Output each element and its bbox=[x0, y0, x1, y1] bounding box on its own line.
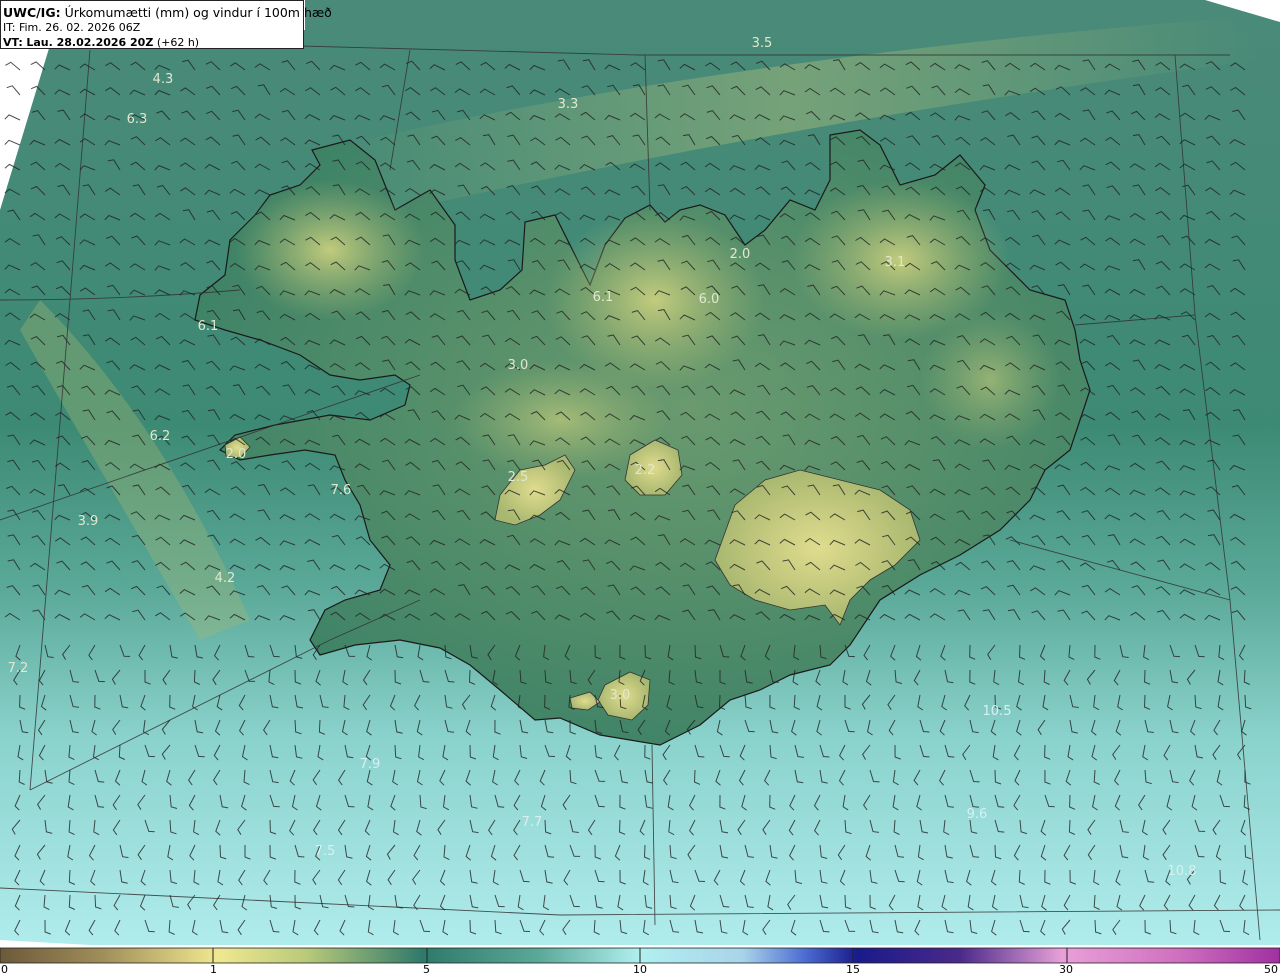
precip-value-label: 7.2 bbox=[8, 661, 29, 676]
precip-value-label: 6.1 bbox=[593, 290, 614, 305]
field-description: Úrkomumætti (mm) og vindur í 100m hæð bbox=[64, 5, 332, 20]
title-line: UWC/IG: Úrkomumætti (mm) og vindur í 100… bbox=[3, 5, 332, 20]
init-time: IT: Fim. 26. 02. 2026 06Z bbox=[3, 21, 141, 34]
precip-value-label: 7.6 bbox=[331, 483, 352, 498]
precip-value-label: 2.5 bbox=[508, 470, 529, 485]
wind-barb bbox=[4, 139, 21, 146]
precip-value-label: 10.5 bbox=[983, 704, 1012, 719]
map-title-box: UWC/IG: Úrkomumætti (mm) og vindur í 100… bbox=[0, 0, 332, 50]
colorbar-label: 10 bbox=[633, 963, 647, 976]
colorbar-label: 30 bbox=[1059, 963, 1073, 976]
wind-barb bbox=[4, 114, 21, 121]
wind-barb bbox=[5, 61, 21, 71]
precip-value-label: 3.3 bbox=[558, 97, 579, 112]
precip-value-label: 3.1 bbox=[885, 255, 906, 270]
precip-value-label: 2.2 bbox=[635, 463, 656, 478]
precip-value-label: 6.2 bbox=[150, 429, 171, 444]
lead-time: (+62 h) bbox=[156, 36, 200, 49]
precip-value-label: 7.7 bbox=[522, 815, 543, 830]
wind-barb bbox=[6, 85, 21, 96]
precip-value-label: 3.0 bbox=[508, 358, 529, 373]
precip-value-label: 10.8 bbox=[1168, 864, 1197, 879]
valid-time: Lau. 28.02.2026 20Z bbox=[26, 36, 154, 49]
precip-value-label: 3.9 bbox=[78, 514, 99, 529]
colorbar-labels: 0 1 5 10 15 30 50 bbox=[0, 963, 1280, 978]
precip-value-label: 7.9 bbox=[360, 757, 381, 772]
forecast-map[interactable]: 3.5 4.3 3.3 6.3 2.0 3.1 6.1 6.0 6.1 3.0 6.2 2.0 2.5 2… bbox=[0, 0, 1280, 978]
highland-westfjords bbox=[235, 180, 425, 320]
colorbar-label: 50 bbox=[1264, 963, 1278, 976]
precip-value-label: 6.0 bbox=[699, 292, 720, 307]
precip-value-label: 2.0 bbox=[730, 247, 751, 262]
precip-value-label: 4.3 bbox=[153, 72, 174, 87]
model-name: UWC/IG: bbox=[3, 5, 61, 20]
colorbar-label: 5 bbox=[423, 963, 430, 976]
precip-value-label: 3.5 bbox=[752, 36, 773, 51]
valid-prefix: VT: bbox=[3, 36, 23, 49]
precip-value-label: 3.0 bbox=[610, 688, 631, 703]
precip-value-label: 6.1 bbox=[198, 319, 219, 334]
colorbar-label: 15 bbox=[846, 963, 860, 976]
highland-east bbox=[920, 310, 1060, 450]
valid-time-line: VT: Lau. 28.02.2026 20Z (+62 h) bbox=[3, 35, 303, 50]
precip-value-label: 2.0 bbox=[226, 447, 247, 462]
colorbar-label: 1 bbox=[210, 963, 217, 976]
precip-value-label: 9.6 bbox=[967, 807, 988, 822]
precip-value-label: 4.2 bbox=[215, 571, 236, 586]
precip-value-label: 7.5 bbox=[315, 844, 336, 859]
colorbar-label: 0 bbox=[1, 963, 8, 976]
precip-value-label: 6.3 bbox=[127, 112, 148, 127]
